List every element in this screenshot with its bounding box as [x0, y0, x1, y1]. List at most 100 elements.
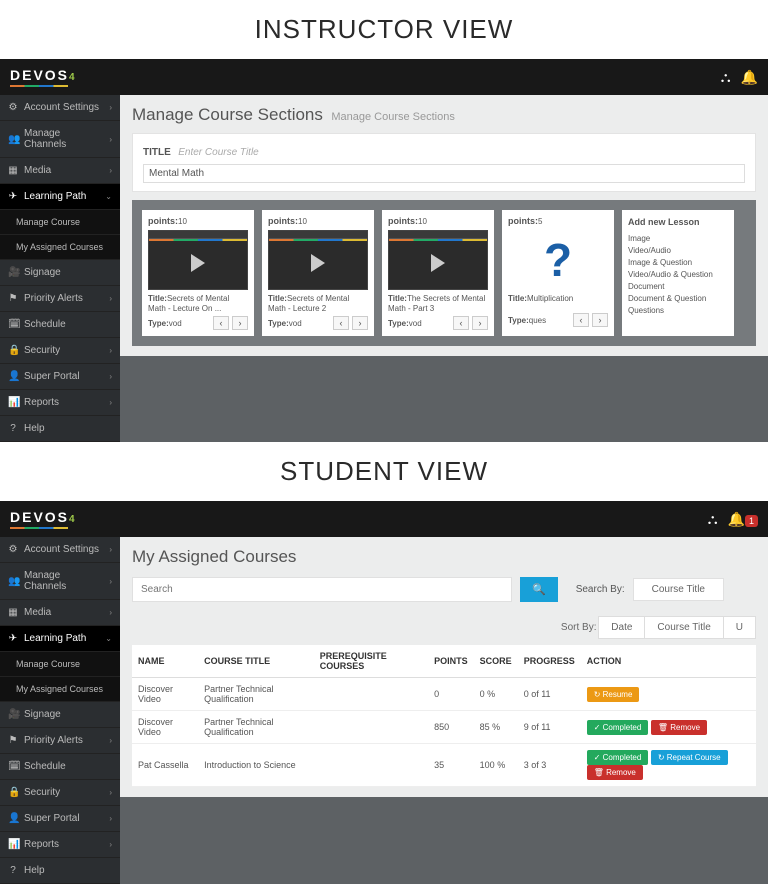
logo-block: DEVOS4	[10, 509, 77, 529]
sidebar-item[interactable]: 🎥Signage	[0, 702, 120, 728]
lesson-card[interactable]: points:10Title:The Secrets of Mental Mat…	[382, 210, 494, 336]
action-button[interactable]: ✓ Completed	[587, 720, 649, 735]
sidebar-icon: 🎥	[8, 267, 18, 278]
lesson-card[interactable]: points:10Title:Secrets of Mental Math - …	[142, 210, 254, 336]
card-title: Title:Multiplication	[508, 294, 608, 310]
sidebar-item[interactable]: 📊Reports›	[0, 390, 120, 416]
search-by-select[interactable]: Course Title	[633, 578, 724, 601]
lesson-card[interactable]: points:5?Title:MultiplicationType:ques‹›	[502, 210, 614, 336]
sidebar-item[interactable]: ✈Learning Path⌄	[0, 184, 120, 210]
card-type: Type:vod‹›	[268, 316, 368, 330]
sidebar-item[interactable]: 🎥Signage	[0, 260, 120, 286]
bell-icon[interactable]: 🔔1	[728, 511, 758, 528]
next-button[interactable]: ›	[592, 313, 608, 327]
action-button[interactable]: ↻ Resume	[587, 687, 640, 702]
sidebar-item[interactable]: 👥Manage Channels›	[0, 563, 120, 600]
add-lesson-card[interactable]: Add new LessonImageVideo/AudioImage & Qu…	[622, 210, 734, 336]
sidebar-item[interactable]: Manage Course	[0, 652, 120, 677]
next-button[interactable]: ›	[352, 316, 368, 330]
search-button[interactable]: 🔍	[520, 577, 558, 602]
prev-button[interactable]: ‹	[453, 316, 469, 330]
question-icon: ?	[508, 230, 608, 290]
sidebar-item[interactable]: ▦Media›	[0, 158, 120, 184]
cell-points: 850	[428, 711, 474, 744]
instructor-app: DEVOS4 ⛬ 🔔 ⚙Account Settings›👥Manage Cha…	[0, 59, 768, 442]
sidebar-icon: ✈	[8, 191, 18, 202]
cell-progress: 9 of 11	[518, 711, 581, 744]
sidebar-item[interactable]: ▦Media›	[0, 600, 120, 626]
sort-by-label: Sort By:	[561, 622, 597, 633]
prev-button[interactable]: ‹	[213, 316, 229, 330]
sidebar-item[interactable]: ⚙Account Settings›	[0, 95, 120, 121]
logo-underline	[10, 85, 68, 87]
prev-button[interactable]: ‹	[573, 313, 589, 327]
video-thumb	[388, 230, 488, 290]
sidebar-icon: ▦	[8, 165, 18, 176]
sidebar-item[interactable]: 🗓Schedule	[0, 312, 120, 338]
sidebar-item[interactable]: 👤Super Portal›	[0, 364, 120, 390]
table-row: Discover VideoPartner Technical Qualific…	[132, 711, 756, 744]
sidebar-item-label: Schedule	[24, 319, 66, 330]
cell-action: ✓ Completed 🗑 Remove	[581, 711, 756, 744]
sidebar-item[interactable]: 👤Super Portal›	[0, 806, 120, 832]
add-lesson-option[interactable]: Video/Audio	[628, 245, 728, 257]
sidebar-item[interactable]: My Assigned Courses	[0, 677, 120, 702]
sidebar-item[interactable]: ⚑Priority Alerts›	[0, 728, 120, 754]
column-header: PREREQUISITE COURSES	[314, 645, 428, 678]
next-button[interactable]: ›	[472, 316, 488, 330]
sidebar-item-label: Reports	[24, 397, 59, 408]
action-button[interactable]: 🗑 Remove	[651, 720, 707, 735]
add-lesson-option[interactable]: Image & Question	[628, 257, 728, 269]
cell-progress: 0 of 11	[518, 678, 581, 711]
sidebar-item[interactable]: ⚑Priority Alerts›	[0, 286, 120, 312]
add-lesson-option[interactable]: Video/Audio & Question	[628, 269, 728, 281]
sidebar-icon: 🔒	[8, 787, 18, 798]
sort-tab[interactable]: Course Title	[644, 616, 723, 639]
cell-prereq	[314, 678, 428, 711]
prev-button[interactable]: ‹	[333, 316, 349, 330]
cell-action: ↻ Resume	[581, 678, 756, 711]
add-lesson-option[interactable]: Document	[628, 281, 728, 293]
sidebar-item[interactable]: ⚙Account Settings›	[0, 537, 120, 563]
add-lesson-option[interactable]: Document & Question	[628, 293, 728, 305]
chevron-icon: ›	[109, 608, 112, 617]
org-icon[interactable]: ⛬	[708, 511, 718, 528]
column-header: ACTION	[581, 645, 756, 678]
cell-progress: 3 of 3	[518, 744, 581, 787]
sort-tab[interactable]: Date	[598, 616, 645, 639]
heading-instructor: INSTRUCTOR VIEW	[0, 0, 768, 59]
title-input[interactable]	[143, 164, 745, 183]
action-button[interactable]: 🗑 Remove	[587, 765, 643, 780]
org-icon[interactable]: ⛬	[721, 69, 731, 86]
sidebar-item-label: Manage Course	[16, 659, 80, 669]
sidebar-item[interactable]: ?Help	[0, 416, 120, 442]
topbar-icons: ⛬ 🔔1	[708, 511, 758, 528]
sidebar-item[interactable]: 🔒Security›	[0, 780, 120, 806]
play-icon	[311, 254, 325, 272]
chevron-icon: ›	[109, 103, 112, 112]
sidebar-item[interactable]: 🗓Schedule	[0, 754, 120, 780]
logo: DEVOS4	[10, 67, 77, 83]
add-lesson-option[interactable]: Image	[628, 233, 728, 245]
lesson-card[interactable]: points:10Title:Secrets of Mental Math - …	[262, 210, 374, 336]
sort-tab[interactable]: U	[723, 616, 756, 639]
sidebar-item[interactable]: ?Help	[0, 858, 120, 884]
sidebar-item[interactable]: ✈Learning Path⌄	[0, 626, 120, 652]
add-lesson-option[interactable]: Questions	[628, 305, 728, 317]
bell-icon[interactable]: 🔔	[741, 69, 758, 86]
next-button[interactable]: ›	[232, 316, 248, 330]
sidebar-item[interactable]: 👥Manage Channels›	[0, 121, 120, 158]
card-points: points:5	[508, 216, 608, 226]
sidebar-item[interactable]: 📊Reports›	[0, 832, 120, 858]
action-button[interactable]: ↻ Repeat Course	[651, 750, 728, 765]
card-points: points:10	[268, 216, 368, 226]
search-input[interactable]	[132, 577, 512, 602]
play-icon	[431, 254, 445, 272]
topbar: DEVOS4 ⛬ 🔔1	[0, 501, 768, 537]
action-button[interactable]: ✓ Completed	[587, 750, 649, 765]
sidebar-item[interactable]: My Assigned Courses	[0, 235, 120, 260]
sidebar-item[interactable]: 🔒Security›	[0, 338, 120, 364]
sidebar-item[interactable]: Manage Course	[0, 210, 120, 235]
card-type: Type:vod‹›	[388, 316, 488, 330]
sidebar-item-label: Super Portal	[24, 813, 80, 824]
